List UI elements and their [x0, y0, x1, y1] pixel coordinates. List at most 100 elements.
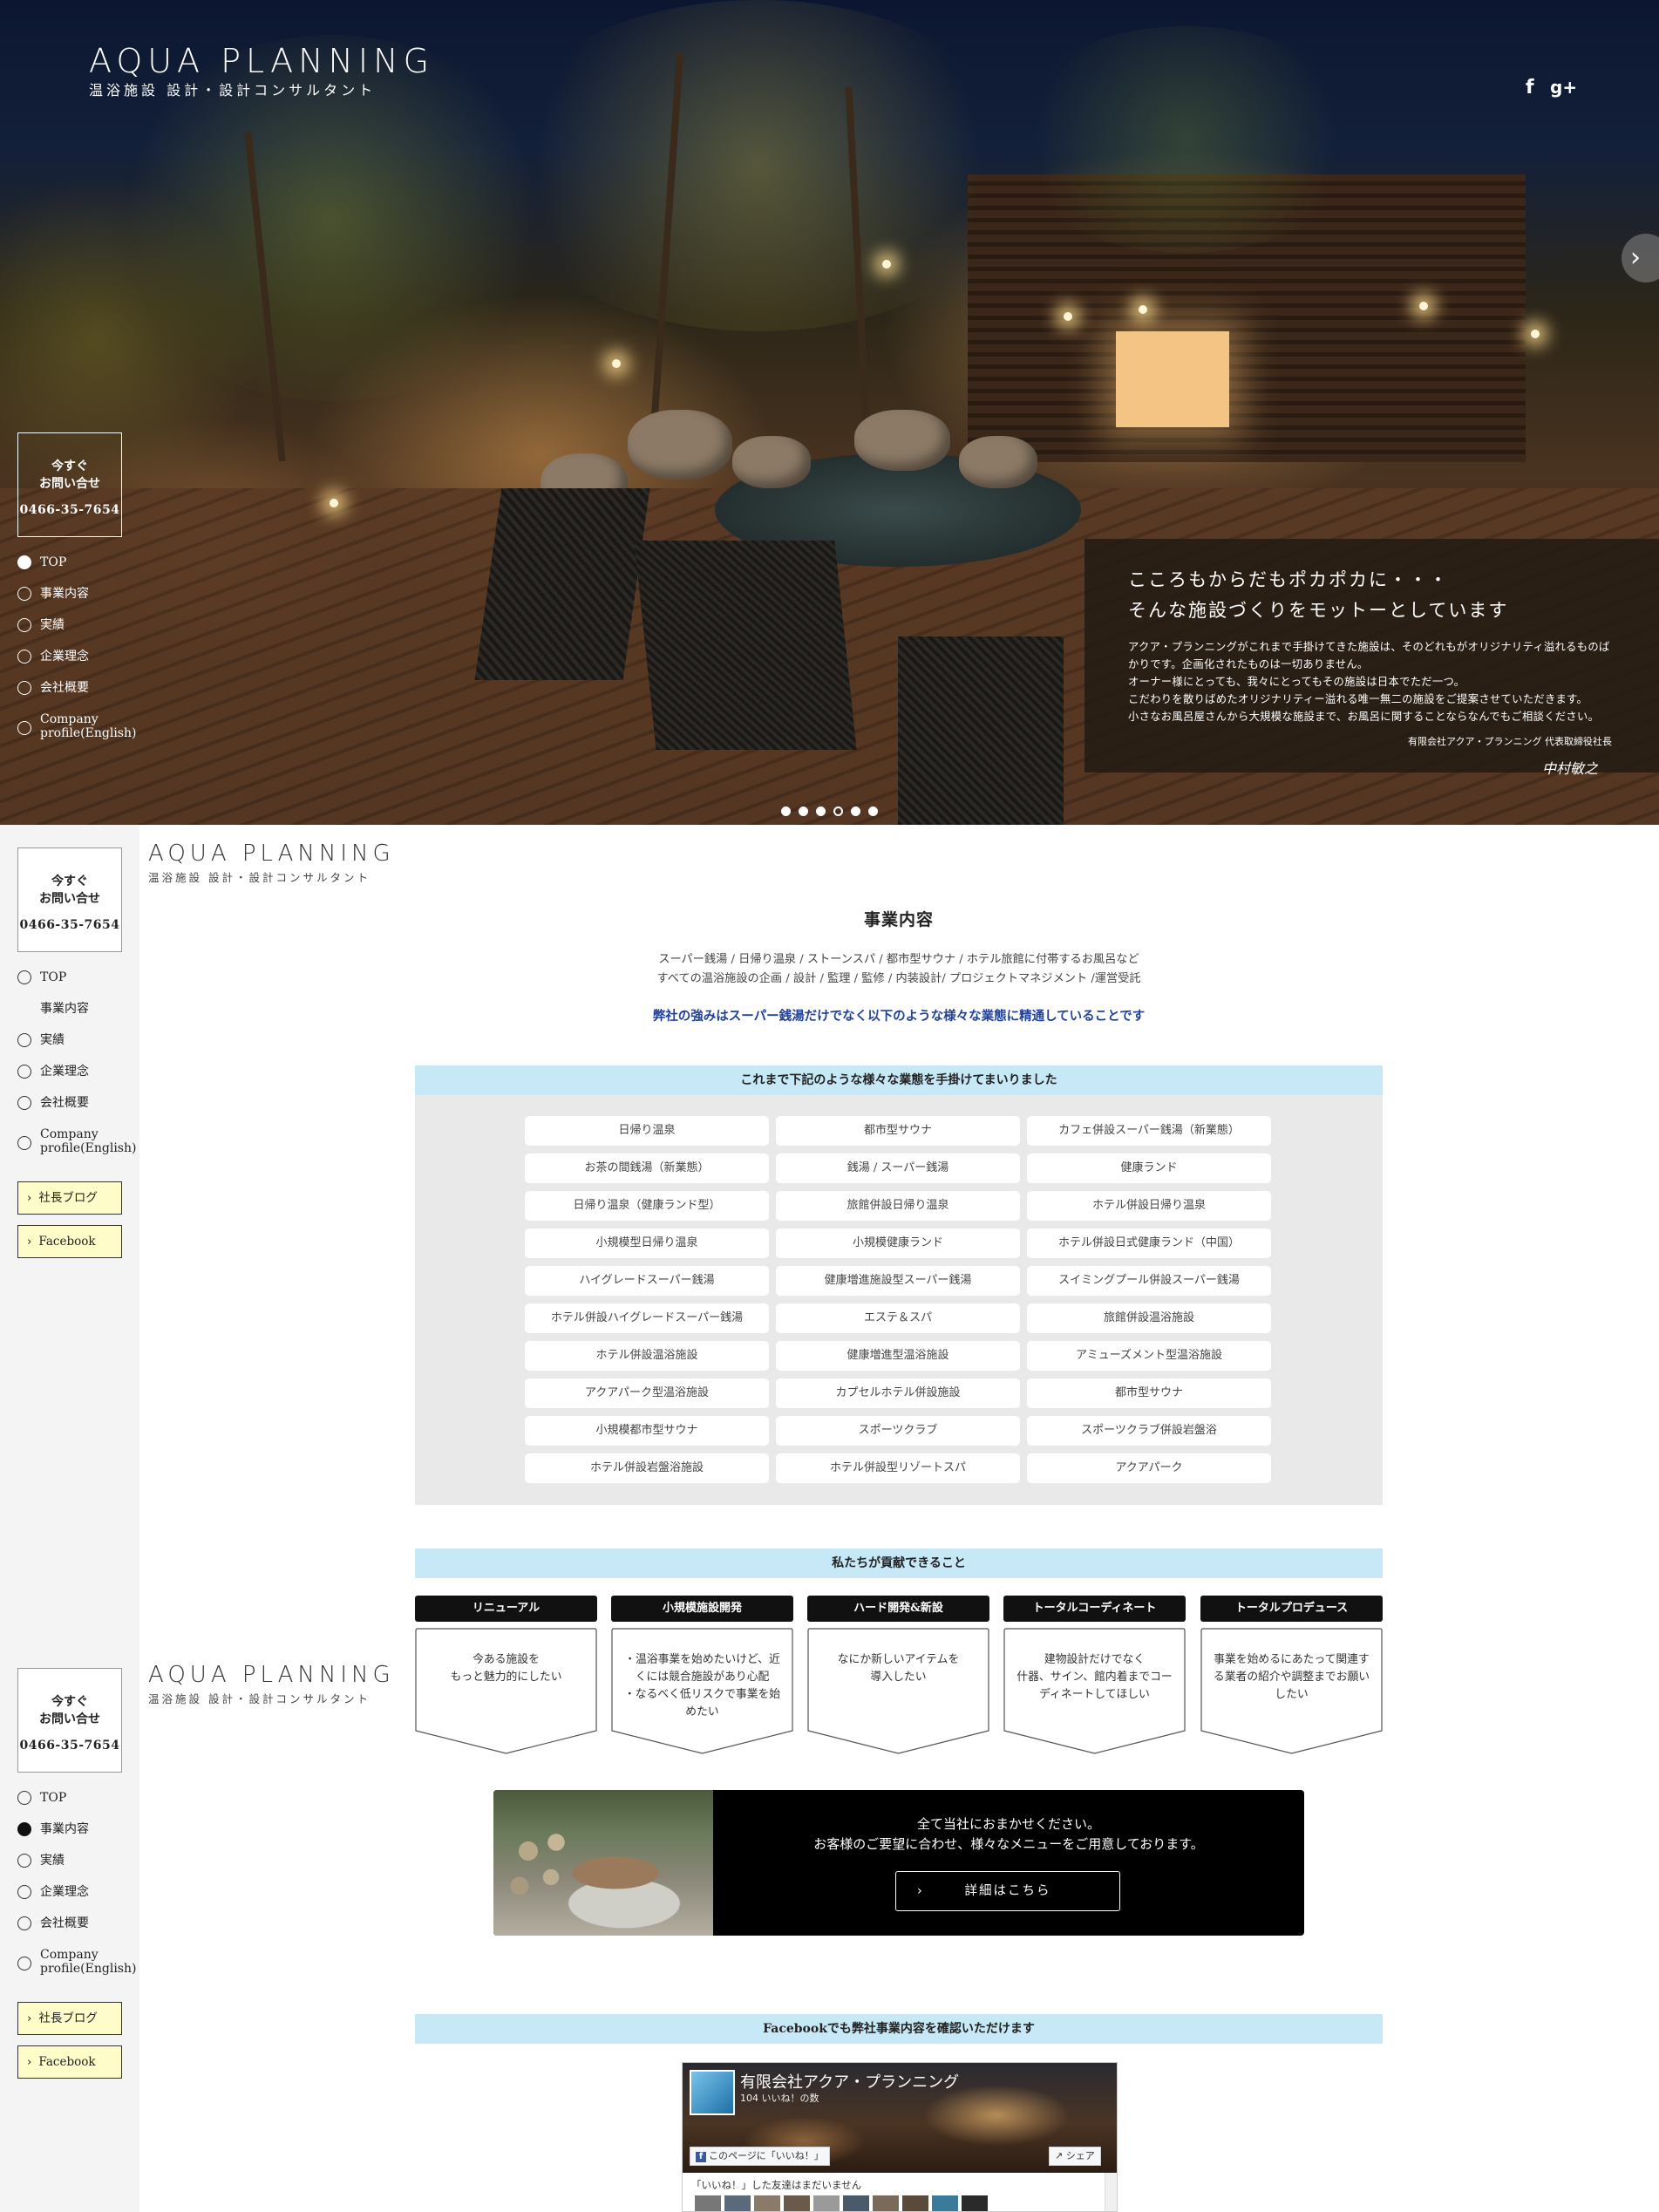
nav-label: 実績 — [40, 1033, 65, 1047]
logo-tagline: 温浴施設 設計・設計コンサルタント — [148, 871, 371, 884]
fan-avatar[interactable] — [754, 2195, 780, 2211]
contrib-heading: 私たちが貢献できること — [415, 1548, 1383, 1578]
nav-item-philosophy[interactable]: 企業理念 — [17, 1885, 148, 1916]
blog-button-label: 社長ブログ — [38, 2011, 98, 2025]
business-type-tag: 小規模健康ランド — [776, 1229, 1020, 1258]
nav-item-works[interactable]: 実績 — [17, 1854, 148, 1885]
nav-item-philosophy[interactable]: 企業理念 — [17, 650, 148, 681]
strength-statement: 弊社の強みはスーパー銭湯だけでなく以下のような様々な業態に精通していることです — [652, 1009, 1146, 1024]
description-line: スーパー銭湯 / 日帰り温泉 / ストーンスパ / 都市型サウナ / ホテル旅館… — [658, 953, 1139, 966]
business-type-tag: カプセルホテル併設施設 — [776, 1378, 1020, 1408]
business-type-tag: お茶の間銭湯（新業態） — [525, 1154, 769, 1183]
contrib-card: リニューアル今ある施設を もっと魅力的にしたい — [415, 1596, 597, 1754]
contrib-card: トータルプロデュース 事業を始めるにあたって関連する業者の紹介や調整までお願いした… — [1200, 1596, 1383, 1754]
fan-avatar[interactable] — [724, 2195, 751, 2211]
business-type-tag: ホテル併設日帰り温泉 — [1027, 1191, 1271, 1221]
nav-bullet-icon — [17, 555, 31, 569]
hero-lamp — [1064, 312, 1072, 321]
hero-signature: 中村敏之 — [1541, 760, 1598, 777]
nav-label: Company profile(English) — [40, 1127, 137, 1155]
facebook-icon[interactable]: f — [1526, 77, 1534, 99]
google-plus-icon[interactable]: g+ — [1550, 77, 1577, 98]
contrib-title: リニューアル — [415, 1596, 597, 1622]
nav-bullet-icon — [17, 1916, 31, 1930]
slider-dot[interactable] — [868, 807, 878, 816]
nav-item-business[interactable]: 事業内容 — [17, 1822, 148, 1854]
fan-avatar[interactable] — [813, 2195, 840, 2211]
hero-chair — [898, 636, 1064, 825]
business-type-tag: 都市型サウナ — [776, 1116, 1020, 1146]
fan-avatar[interactable] — [962, 2195, 988, 2211]
hero-signer: 有限会社アクア・プランニング 代表取締役社長 — [1408, 736, 1612, 747]
fan-avatar[interactable] — [932, 2195, 958, 2211]
section-description: スーパー銭湯 / 日帰り温泉 / ストーンスパ / 都市型サウナ / ホテル旅館… — [415, 950, 1383, 989]
hero-logo[interactable]: AQUA PLANNING 温浴施設 設計・設計コンサルタント — [89, 42, 434, 99]
facebook-like-button[interactable]: f このページに「いいね！」 — [690, 2147, 830, 2166]
details-button[interactable]: › 詳細はこちら — [895, 1871, 1120, 1911]
blog-button[interactable]: › 社長ブログ — [17, 1181, 122, 1215]
slider-dot[interactable] — [851, 807, 860, 816]
facebook-button[interactable]: › Facebook — [17, 2045, 122, 2079]
contact-line1: 今すぐ — [51, 875, 88, 888]
nav-label: 企業理念 — [40, 1065, 89, 1079]
contact-box[interactable]: 今すぐ お問い合せ 0466-35-7654 — [17, 847, 122, 952]
hero-rock — [959, 436, 1037, 488]
nav-item-top[interactable]: TOP — [17, 970, 148, 1002]
facebook-page-logo[interactable] — [690, 2070, 735, 2115]
hero-lamp — [330, 499, 338, 507]
share-icon: ↗ — [1055, 2150, 1066, 2161]
slider-dot[interactable] — [781, 807, 791, 816]
facebook-share-button[interactable]: ↗ シェア — [1049, 2147, 1101, 2166]
slider-dot[interactable] — [816, 807, 826, 816]
nav-bullet-icon — [17, 1885, 31, 1899]
nav-item-business[interactable]: 事業内容 — [17, 587, 148, 618]
facebook-page-name[interactable]: 有限会社アクア・プランニング — [740, 2070, 959, 2093]
nav-label: Company profile(English) — [40, 712, 137, 740]
fan-avatar[interactable] — [902, 2195, 928, 2211]
contact-box[interactable]: 今すぐ お問い合せ 0466-35-7654 — [17, 1668, 122, 1773]
nav-item-works[interactable]: 実績 — [17, 618, 148, 650]
nav-bullet-icon — [17, 650, 31, 664]
hero-chair — [634, 541, 857, 750]
nav-item-company-english[interactable]: Company profile(English) — [17, 1948, 148, 1991]
nav-item-company[interactable]: 会社概要 — [17, 681, 148, 712]
fan-avatar[interactable] — [695, 2195, 721, 2211]
header-logo[interactable]: AQUA PLANNING 温浴施設 設計・設計コンサルタント — [148, 1662, 395, 1706]
fan-avatar[interactable] — [784, 2195, 810, 2211]
nav-item-company-english[interactable]: Company profile(English) — [17, 1127, 148, 1171]
slider-next-button[interactable]: › — [1622, 234, 1659, 282]
nav-item-company[interactable]: 会社概要 — [17, 1096, 148, 1127]
nav-item-philosophy[interactable]: 企業理念 — [17, 1065, 148, 1096]
fan-avatar[interactable] — [873, 2195, 899, 2211]
contrib-card: ハード開発&新設 なにか新しいアイテムを 導入したい — [807, 1596, 989, 1754]
slider-dot-active[interactable] — [833, 807, 843, 816]
fan-avatar[interactable] — [843, 2195, 869, 2211]
logo-wordmark: AQUA PLANNING — [89, 42, 435, 80]
contrib-text: 今ある施設を もっと魅力的にしたい — [450, 1653, 562, 1684]
contrib-shape — [415, 1628, 597, 1754]
nav-bullet-icon — [17, 1033, 31, 1047]
nav-bullet-icon — [17, 587, 31, 601]
header-logo[interactable]: AQUA PLANNING 温浴施設 設計・設計コンサルタント — [148, 841, 395, 885]
hero-slider: AQUA PLANNING 温浴施設 設計・設計コンサルタント f g+ › 今… — [0, 0, 1659, 825]
nav-item-top[interactable]: TOP — [17, 1791, 148, 1822]
nav-item-company[interactable]: 会社概要 — [17, 1916, 148, 1948]
contact-line1: 今すぐ — [51, 459, 88, 473]
contact-box[interactable]: 今すぐ お問い合せ 0466-35-7654 — [17, 432, 122, 537]
nav-item-works[interactable]: 実績 — [17, 1033, 148, 1065]
slider-dot[interactable] — [799, 807, 808, 816]
contrib-text: ・温浴事業を始めたいけど、近くには競合施設があり心配 ・なるべく低リスクで事業を… — [623, 1653, 781, 1719]
hero-tree — [488, 0, 1029, 331]
nav-item-business[interactable]: 事業内容 — [17, 1002, 148, 1033]
business-type-tag: アミューズメント型温浴施設 — [1027, 1341, 1271, 1371]
blog-button[interactable]: › 社長ブログ — [17, 2002, 122, 2035]
facebook-button[interactable]: › Facebook — [17, 1225, 122, 1258]
nav-item-top[interactable]: TOP — [17, 555, 148, 587]
nav-bullet-icon — [17, 1136, 31, 1150]
facebook-widget-scrollbar[interactable] — [1105, 2173, 1117, 2211]
business-type-tag: スポーツクラブ併設岩盤浴 — [1027, 1416, 1271, 1446]
facebook-page-widget: 有限会社アクア・プランニング 104 いいね！の数 f このページに「いいね！」 … — [682, 2062, 1118, 2212]
facebook-like-count: 104 いいね！の数 — [740, 2093, 819, 2104]
nav-item-company-english[interactable]: Company profile(English) — [17, 712, 148, 756]
nav-bullet-icon — [17, 1096, 31, 1110]
